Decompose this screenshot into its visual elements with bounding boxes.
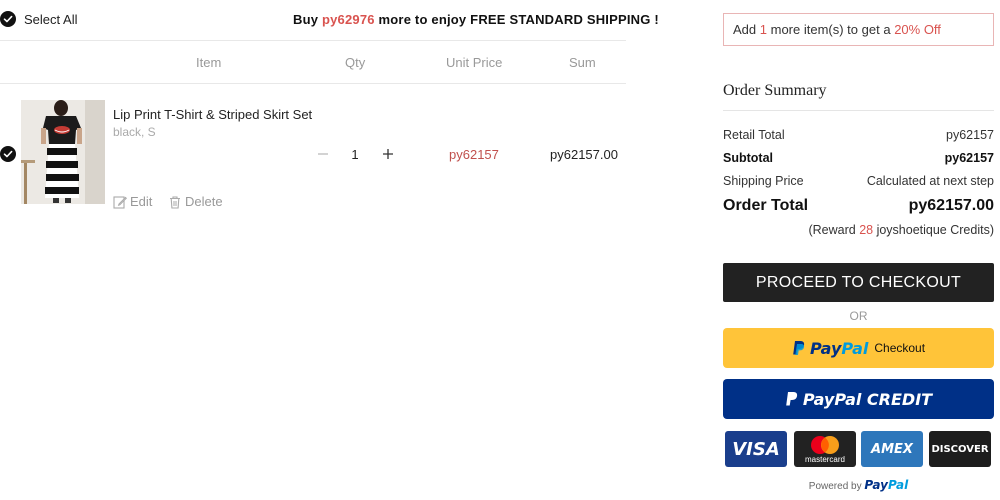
column-header-qty: Qty [345,55,366,70]
free-shipping-banner: Buy py62976 more to enjoy FREE STANDARD … [293,12,659,27]
paypal-logo-icon [786,392,798,406]
minus-icon [318,153,328,155]
shipping-label: Shipping Price [723,174,804,188]
subtotal-value: py62157 [944,151,994,165]
reward-credits-note: (Reward 28 joyshoetique Credits) [723,223,994,237]
promo-discount: 20% Off [894,22,941,37]
paypal-checkout-button[interactable]: PayPal Checkout [723,328,994,368]
trash-icon [170,195,180,209]
discover-card-icon: DISCOVER [929,431,991,467]
promo-banner: Add 1 more item(s) to get a 20% Off [723,13,994,46]
powered-by-prefix: Powered by [808,481,865,492]
banner-prefix: Buy [293,12,322,27]
reward-points: 28 [859,223,874,237]
promo-prefix: Add [733,22,757,37]
or-separator: OR [849,309,868,323]
powered-by-paypal: Powered by PayPal [723,478,994,492]
powered-brand-part1: Pay [864,478,888,492]
amex-card-icon: AMEX [861,431,923,467]
mastercard-circles-icon [811,435,839,454]
product-thumbnail[interactable] [21,100,105,204]
column-header-item: Item [196,55,222,70]
paypal-word-part2: Pal [841,338,869,358]
column-header-unit-price: Unit Price [446,55,503,70]
promo-middle: more item(s) to get a [770,22,891,37]
quantity-decrease-button[interactable] [315,146,331,162]
item-select-checkbox[interactable] [0,146,16,162]
order-total-label: Order Total [723,197,809,214]
edit-button[interactable]: Edit [113,194,152,209]
banner-amount: py62976 [321,12,375,27]
powered-brand-part2: Pal [887,478,909,492]
product-title[interactable]: Lip Print T-Shirt & Striped Skirt Set [113,107,312,122]
mastercard-label: mastercard [804,454,845,464]
reward-suffix: joyshoetique Credits) [873,223,994,237]
select-all-toggle[interactable]: Select All [0,11,77,27]
paypal-credit-button[interactable]: PayPal CREDIT [723,379,994,419]
retail-total-value: py62157 [946,128,994,142]
divider [0,83,626,84]
paypal-credit-word: PayPal [802,389,862,409]
divider [0,40,626,41]
quantity-increase-button[interactable] [380,146,396,162]
paypal-checkout-label: Checkout [874,341,926,355]
subtotal-row: Subtotal py62157 [723,151,994,165]
select-all-label: Select All [24,11,78,27]
paypal-logo-icon [793,341,805,355]
edit-label: Edit [130,194,153,209]
paypal-word-part1: Pay [809,338,842,358]
retail-total-label: Retail Total [723,128,785,142]
quantity-value[interactable]: 1 [345,147,365,162]
visa-card-icon: VISA [725,431,787,467]
promo-count: 1 [759,22,767,37]
shipping-row: Shipping Price Calculated at next step [723,174,994,188]
visa-label: VISA [732,438,780,460]
amex-label: AMEX [871,441,913,457]
mastercard-card-icon: mastercard [794,431,856,467]
checkmark-icon [3,150,13,158]
delete-label: Delete [185,194,223,209]
order-summary-title: Order Summary [723,82,827,99]
line-sum: py62157.00 [550,147,618,162]
plus-icon [383,149,393,159]
product-variant: black, S [113,125,156,139]
shipping-value: Calculated at next step [866,174,994,188]
column-header-sum: Sum [569,55,596,70]
order-total-row: Order Total py62157.00 [723,197,994,215]
reward-prefix: (Reward [808,223,860,237]
retail-total-row: Retail Total py62157 [723,128,994,142]
paypal-credit-label: CREDIT [866,389,933,409]
checkmark-icon [0,11,16,27]
edit-icon [113,195,127,209]
subtotal-label: Subtotal [723,151,773,165]
banner-suffix: more to enjoy FREE STANDARD SHIPPING ! [374,12,659,27]
divider [723,110,994,111]
discover-label: DISCOVER [931,443,989,455]
proceed-to-checkout-button[interactable]: PROCEED TO CHECKOUT [723,263,994,302]
delete-button[interactable]: Delete [168,194,223,209]
order-total-value: py62157.00 [908,197,994,214]
unit-price: py62157 [449,147,499,162]
